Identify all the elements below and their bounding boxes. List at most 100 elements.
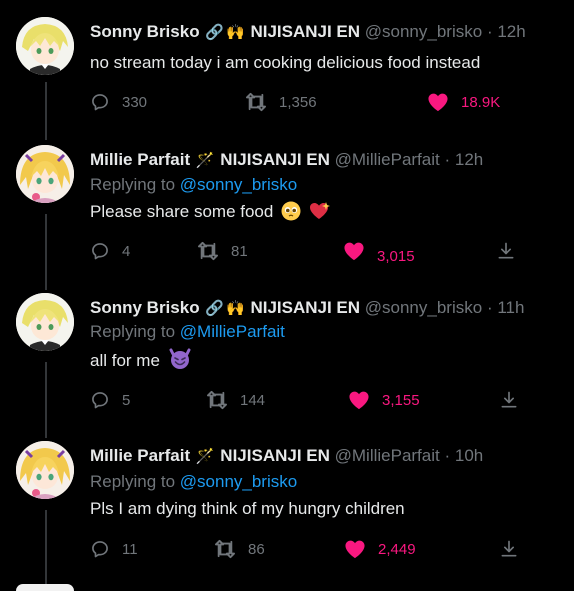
display-name[interactable]: Millie Parfait xyxy=(90,446,190,465)
share-button[interactable] xyxy=(499,387,519,413)
timestamp[interactable]: 10h xyxy=(455,446,483,465)
share-button[interactable] xyxy=(499,536,519,562)
tweet[interactable]: Millie Parfait 🪄 NIJISANJI EN @MilliePar… xyxy=(0,128,574,276)
replying-to-label: Replying to xyxy=(90,472,180,491)
retweet-count: 1,356 xyxy=(279,93,317,111)
like-button[interactable]: 2,449 xyxy=(344,536,416,562)
replying-to: Replying to @MillieParfait xyxy=(90,321,285,343)
share-icon xyxy=(498,242,514,259)
sonny-avatar[interactable] xyxy=(16,293,74,351)
raised-hands-emoji: 🙌 xyxy=(226,300,245,317)
timestamp[interactable]: 11h xyxy=(497,298,524,317)
like-count: 2,449 xyxy=(378,540,416,558)
like-count: 3,015 xyxy=(377,247,415,265)
tweet-actions: 11 86 2,449 xyxy=(90,536,530,562)
pleading-face-emoji xyxy=(281,201,301,221)
link-emoji: 🔗 xyxy=(205,300,225,317)
timestamp[interactable]: 12h xyxy=(455,150,483,169)
org-name[interactable]: NIJISANJI EN xyxy=(250,298,360,317)
like-count: 3,155 xyxy=(382,391,420,409)
reply-icon xyxy=(92,243,108,260)
heart-icon xyxy=(428,93,448,112)
replying-to: Replying to @sonny_brisko xyxy=(90,174,297,196)
org-name[interactable]: NIJISANJI EN xyxy=(250,22,360,41)
mention-link[interactable]: @MillieParfait xyxy=(180,322,285,341)
like-button[interactable]: 3,155 xyxy=(348,387,420,413)
next-avatar[interactable] xyxy=(16,584,74,591)
org-name[interactable]: NIJISANJI EN xyxy=(220,446,330,465)
reply-count: 11 xyxy=(122,540,138,558)
reply-icon xyxy=(92,392,108,409)
heart-icon xyxy=(345,540,365,559)
tweet-text-row: all for me xyxy=(90,348,192,372)
tweet[interactable]: Sonny Brisko 🔗 🙌 NIJISANJI EN @sonny_bris… xyxy=(0,276,574,424)
display-name[interactable]: Millie Parfait xyxy=(90,150,190,169)
tweet-actions: 5 144 3,155 xyxy=(90,387,530,413)
share-icon xyxy=(501,391,517,408)
tweet-text: Please share some food xyxy=(90,202,274,221)
display-name[interactable]: Sonny Brisko xyxy=(90,298,200,317)
reply-icon xyxy=(92,541,108,558)
like-button[interactable]: 18.9K xyxy=(427,89,500,115)
magic-wand-emoji: 🪄 xyxy=(195,152,215,169)
tweet-header: Sonny Brisko 🔗 🙌 NIJISANJI EN @sonny_bris… xyxy=(90,297,524,320)
retweet-button[interactable]: 144 xyxy=(206,387,265,413)
reply-count: 330 xyxy=(122,93,148,111)
tweet[interactable]: Millie Parfait 🪄 NIJISANJI EN @MilliePar… xyxy=(0,424,574,572)
retweet-count: 81 xyxy=(231,242,248,260)
tweet-text-row: Please share some food xyxy=(90,201,331,223)
retweet-count: 144 xyxy=(240,391,266,409)
sparkling-heart-emoji xyxy=(309,202,330,219)
separator-dot: · xyxy=(486,22,493,41)
sonny-avatar[interactable] xyxy=(16,17,74,75)
reply-button[interactable]: 11 xyxy=(90,536,138,562)
share-button[interactable] xyxy=(496,238,516,264)
like-button[interactable]: 3,015 xyxy=(343,238,415,265)
tweet-actions: 330 1,356 18.9K xyxy=(90,89,530,115)
tweet-actions: 4 81 3,015 xyxy=(90,238,530,265)
retweet-button[interactable]: 1,356 xyxy=(245,89,317,115)
link-emoji: 🔗 xyxy=(205,24,225,41)
tweet-header: Millie Parfait 🪄 NIJISANJI EN @MilliePar… xyxy=(90,445,483,468)
separator-dot: · xyxy=(444,150,451,169)
tweet-header: Millie Parfait 🪄 NIJISANJI EN @MilliePar… xyxy=(90,149,483,172)
tweet-header: Sonny Brisko 🔗 🙌 NIJISANJI EN @sonny_bris… xyxy=(90,21,526,44)
millie-avatar[interactable] xyxy=(16,441,74,499)
tweet[interactable]: Sonny Brisko 🔗 🙌 NIJISANJI EN @sonny_bris… xyxy=(0,0,574,148)
smiling-devil-emoji xyxy=(169,348,191,369)
separator-dot: · xyxy=(444,446,451,465)
retweet-count: 86 xyxy=(248,540,265,558)
retweet-icon xyxy=(207,390,227,410)
reply-icon xyxy=(92,94,108,111)
handle[interactable]: @sonny_brisko xyxy=(365,22,482,41)
mention-link[interactable]: @sonny_brisko xyxy=(180,472,297,491)
like-count: 18.9K xyxy=(461,93,501,111)
handle[interactable]: @MillieParfait xyxy=(335,446,440,465)
handle[interactable]: @MillieParfait xyxy=(335,150,440,169)
millie-avatar[interactable] xyxy=(16,145,74,203)
display-name[interactable]: Sonny Brisko xyxy=(90,22,200,41)
reply-count: 4 xyxy=(122,242,131,260)
retweet-icon xyxy=(198,241,218,261)
reply-button[interactable]: 4 xyxy=(90,238,130,264)
reply-count: 5 xyxy=(122,391,131,409)
tweet-text: all for me xyxy=(90,351,160,370)
reply-button[interactable]: 330 xyxy=(90,89,147,115)
timestamp[interactable]: 12h xyxy=(497,22,525,41)
tweet-text: no stream today i am cooking delicious f… xyxy=(90,53,481,72)
handle[interactable]: @sonny_brisko xyxy=(365,298,482,317)
tweet-text: Pls I am dying think of my hungry childr… xyxy=(90,499,405,518)
magic-wand-emoji: 🪄 xyxy=(195,448,215,465)
org-name[interactable]: NIJISANJI EN xyxy=(220,150,330,169)
share-icon xyxy=(501,540,517,557)
reply-button[interactable]: 5 xyxy=(90,387,130,413)
replying-to-label: Replying to xyxy=(90,322,180,341)
retweet-button[interactable]: 86 xyxy=(214,536,265,562)
replying-to: Replying to @sonny_brisko xyxy=(90,471,297,493)
mention-link[interactable]: @sonny_brisko xyxy=(180,175,297,194)
retweet-button[interactable]: 81 xyxy=(197,238,248,264)
retweet-icon xyxy=(246,92,267,112)
retweet-icon xyxy=(215,539,235,559)
separator-dot: · xyxy=(486,298,493,317)
replying-to-label: Replying to xyxy=(90,175,180,194)
